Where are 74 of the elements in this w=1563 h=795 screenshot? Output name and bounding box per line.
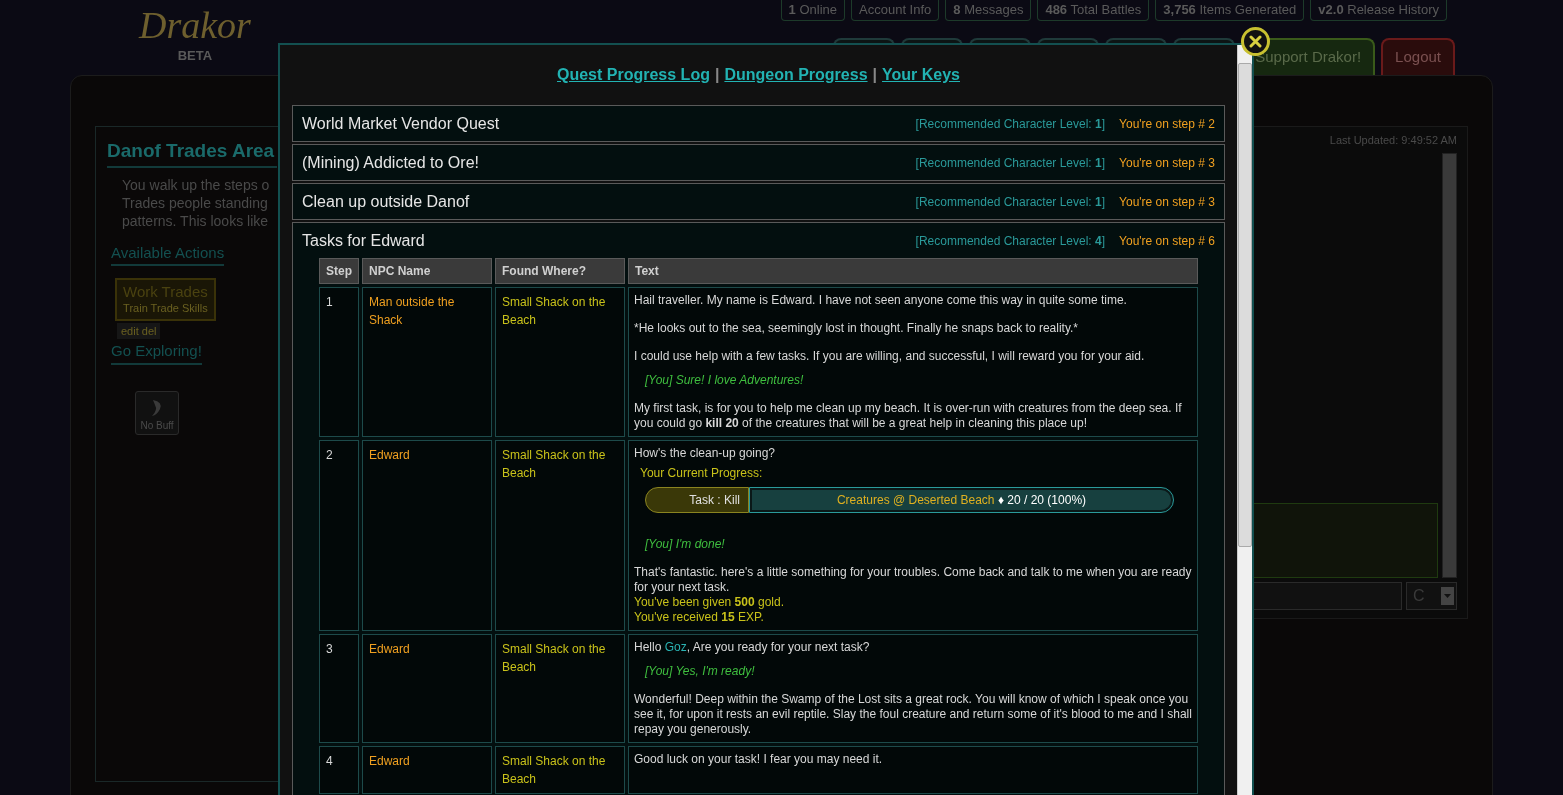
dropdown-caret-icon — [1441, 586, 1454, 605]
location-description: Trades people standing — [122, 193, 269, 212]
stat-link[interactable]: 8 Messages — [945, 0, 1032, 21]
recommended-level: [Recommended Character Level: 1] — [915, 193, 1106, 211]
stat-link[interactable]: v2.0 Release History — [1310, 0, 1447, 21]
link-separator: | — [872, 65, 878, 85]
column-header: Step — [319, 258, 359, 284]
dialogue-text: Wonderful! Deep within the Swamp of the Lost sits a great rock. You will know of which I speak once you see it, for upon it rests an evil reptile. Slay the foul creature and return some of it's blood to me and I shall repay you generously. — [634, 692, 1192, 737]
stat-link[interactable]: Account Info — [851, 0, 940, 21]
dialog-scrollbar[interactable] — [1237, 45, 1252, 795]
location-cell: Small Shack on the Beach — [495, 440, 625, 631]
quest-row[interactable]: World Market Vendor Quest [Recommended Character Level: 1] You're on step # 2 — [292, 105, 1225, 142]
quest-title: Clean up outside Danof — [302, 191, 471, 212]
logo[interactable]: Drakor BETA — [135, 2, 255, 66]
stat-link[interactable]: 1 Online — [780, 0, 845, 21]
nav-tab[interactable]: Logout — [1381, 38, 1455, 75]
npc-name: Edward — [362, 634, 492, 743]
dialogue-text: That's fantastic. here's a little something for your troubles. Come back and talk to me when you are ready for your next task. — [634, 565, 1192, 595]
quest-title: Tasks for Edward — [302, 230, 426, 251]
quest-step: You're on step # 2 — [1119, 114, 1215, 133]
scrollbar[interactable] — [1442, 152, 1457, 578]
stat-link[interactable]: 3,756 Items Generated — [1155, 0, 1305, 21]
last-updated: Last Updated: 9:49:52 AM — [1329, 133, 1457, 148]
task-label: Task : Kill — [645, 487, 749, 513]
npc-name: Edward — [362, 746, 492, 794]
stat-link[interactable]: 486 Total Battles — [1037, 0, 1150, 21]
table-cell: 3 — [319, 634, 359, 743]
dialogue-text: Hail traveller. My name is Edward. I have not seen anyone come this way in quite some time. — [634, 293, 1128, 308]
nav-link[interactable]: Dungeon Progress — [724, 63, 868, 87]
nav-link[interactable]: Quest Progress Log — [557, 63, 710, 87]
npc-name: Edward — [362, 440, 492, 631]
player-reply: [You] Sure! I love Adventures! — [644, 373, 805, 388]
dialogue-text: My first task, is for you to help me clean up my beach. It is over-run with creatures from the deep sea. If you could go kill 20 of the creatures that will be a great help in cleaning this place up! — [634, 401, 1183, 431]
location-description: patterns. This looks like — [122, 211, 270, 230]
link-separator: | — [714, 65, 720, 85]
quest-step: You're on step # 3 — [1119, 153, 1215, 172]
dialogue-text: How's the clean-up going? — [634, 446, 777, 461]
dialogue-text: Good luck on your task! I fear you may need it. — [634, 752, 884, 767]
nav-link[interactable]: Your Keys — [882, 63, 960, 87]
recommended-level: [Recommended Character Level: 1] — [915, 154, 1106, 172]
column-header: Text — [628, 258, 1198, 284]
location-cell: Small Shack on the Beach — [495, 634, 625, 743]
location-description: You walk up the steps o — [122, 175, 271, 194]
player-reply: [You] I'm done! — [644, 537, 726, 552]
quest-title: World Market Vendor Quest — [302, 113, 501, 134]
quest-step: You're on step # 3 — [1119, 192, 1215, 211]
quest-title: (Mining) Addicted to Ore! — [302, 152, 480, 173]
location-cell: Small Shack on the Beach — [495, 287, 625, 437]
chat-input[interactable] — [1253, 581, 1402, 610]
recommended-level: [Recommended Character Level: 4] — [915, 232, 1106, 250]
quest-step: You're on step # 6 — [1119, 231, 1215, 250]
player-reply: [You] Yes, I'm ready! — [644, 664, 756, 679]
actions-heading: Available Actions — [111, 241, 225, 266]
quest-row[interactable]: (Mining) Addicted to Ore! [Recommended Character Level: 1] You're on step # 3 — [292, 144, 1225, 181]
recommended-level: [Recommended Character Level: 1] — [915, 115, 1106, 133]
explore-link[interactable]: Go Exploring! — [111, 340, 202, 365]
edit-links[interactable]: edit del — [117, 322, 161, 339]
progress-label: Your Current Progress: — [639, 466, 764, 481]
column-header: NPC Name — [362, 258, 492, 284]
reward-text: You've received 15 EXP. — [634, 610, 765, 625]
table-cell: 2 — [319, 440, 359, 631]
reward-text: You've been given 500 gold. — [634, 595, 785, 610]
dialogue-text: I could use help with a few tasks. If you are willing, and successful, I will reward you for your aid. — [634, 349, 1146, 364]
quest-row[interactable]: Clean up outside Danof [Recommended Character Level: 1] You're on step # 3 — [292, 183, 1225, 220]
column-header: Found Where? — [495, 258, 625, 284]
quest-row[interactable] — [292, 222, 1225, 795]
location-title: Danof Trades Area — [107, 137, 277, 168]
progress-text: Creatures @ Deserted Beach ♦ 20 / 20 (100%) — [835, 491, 1088, 509]
dialogue-text: Hello Goz, Are you ready for your next task? — [634, 640, 871, 655]
table-cell: 1 — [319, 287, 359, 437]
dialogue-text: *He looks out to the sea, seemingly lost in thought. Finally he snaps back to reality.* — [634, 321, 1080, 336]
location-cell: Small Shack on the Beach — [495, 746, 625, 794]
table-cell: 4 — [319, 746, 359, 794]
npc-name: Man outside the Shack — [362, 287, 492, 437]
